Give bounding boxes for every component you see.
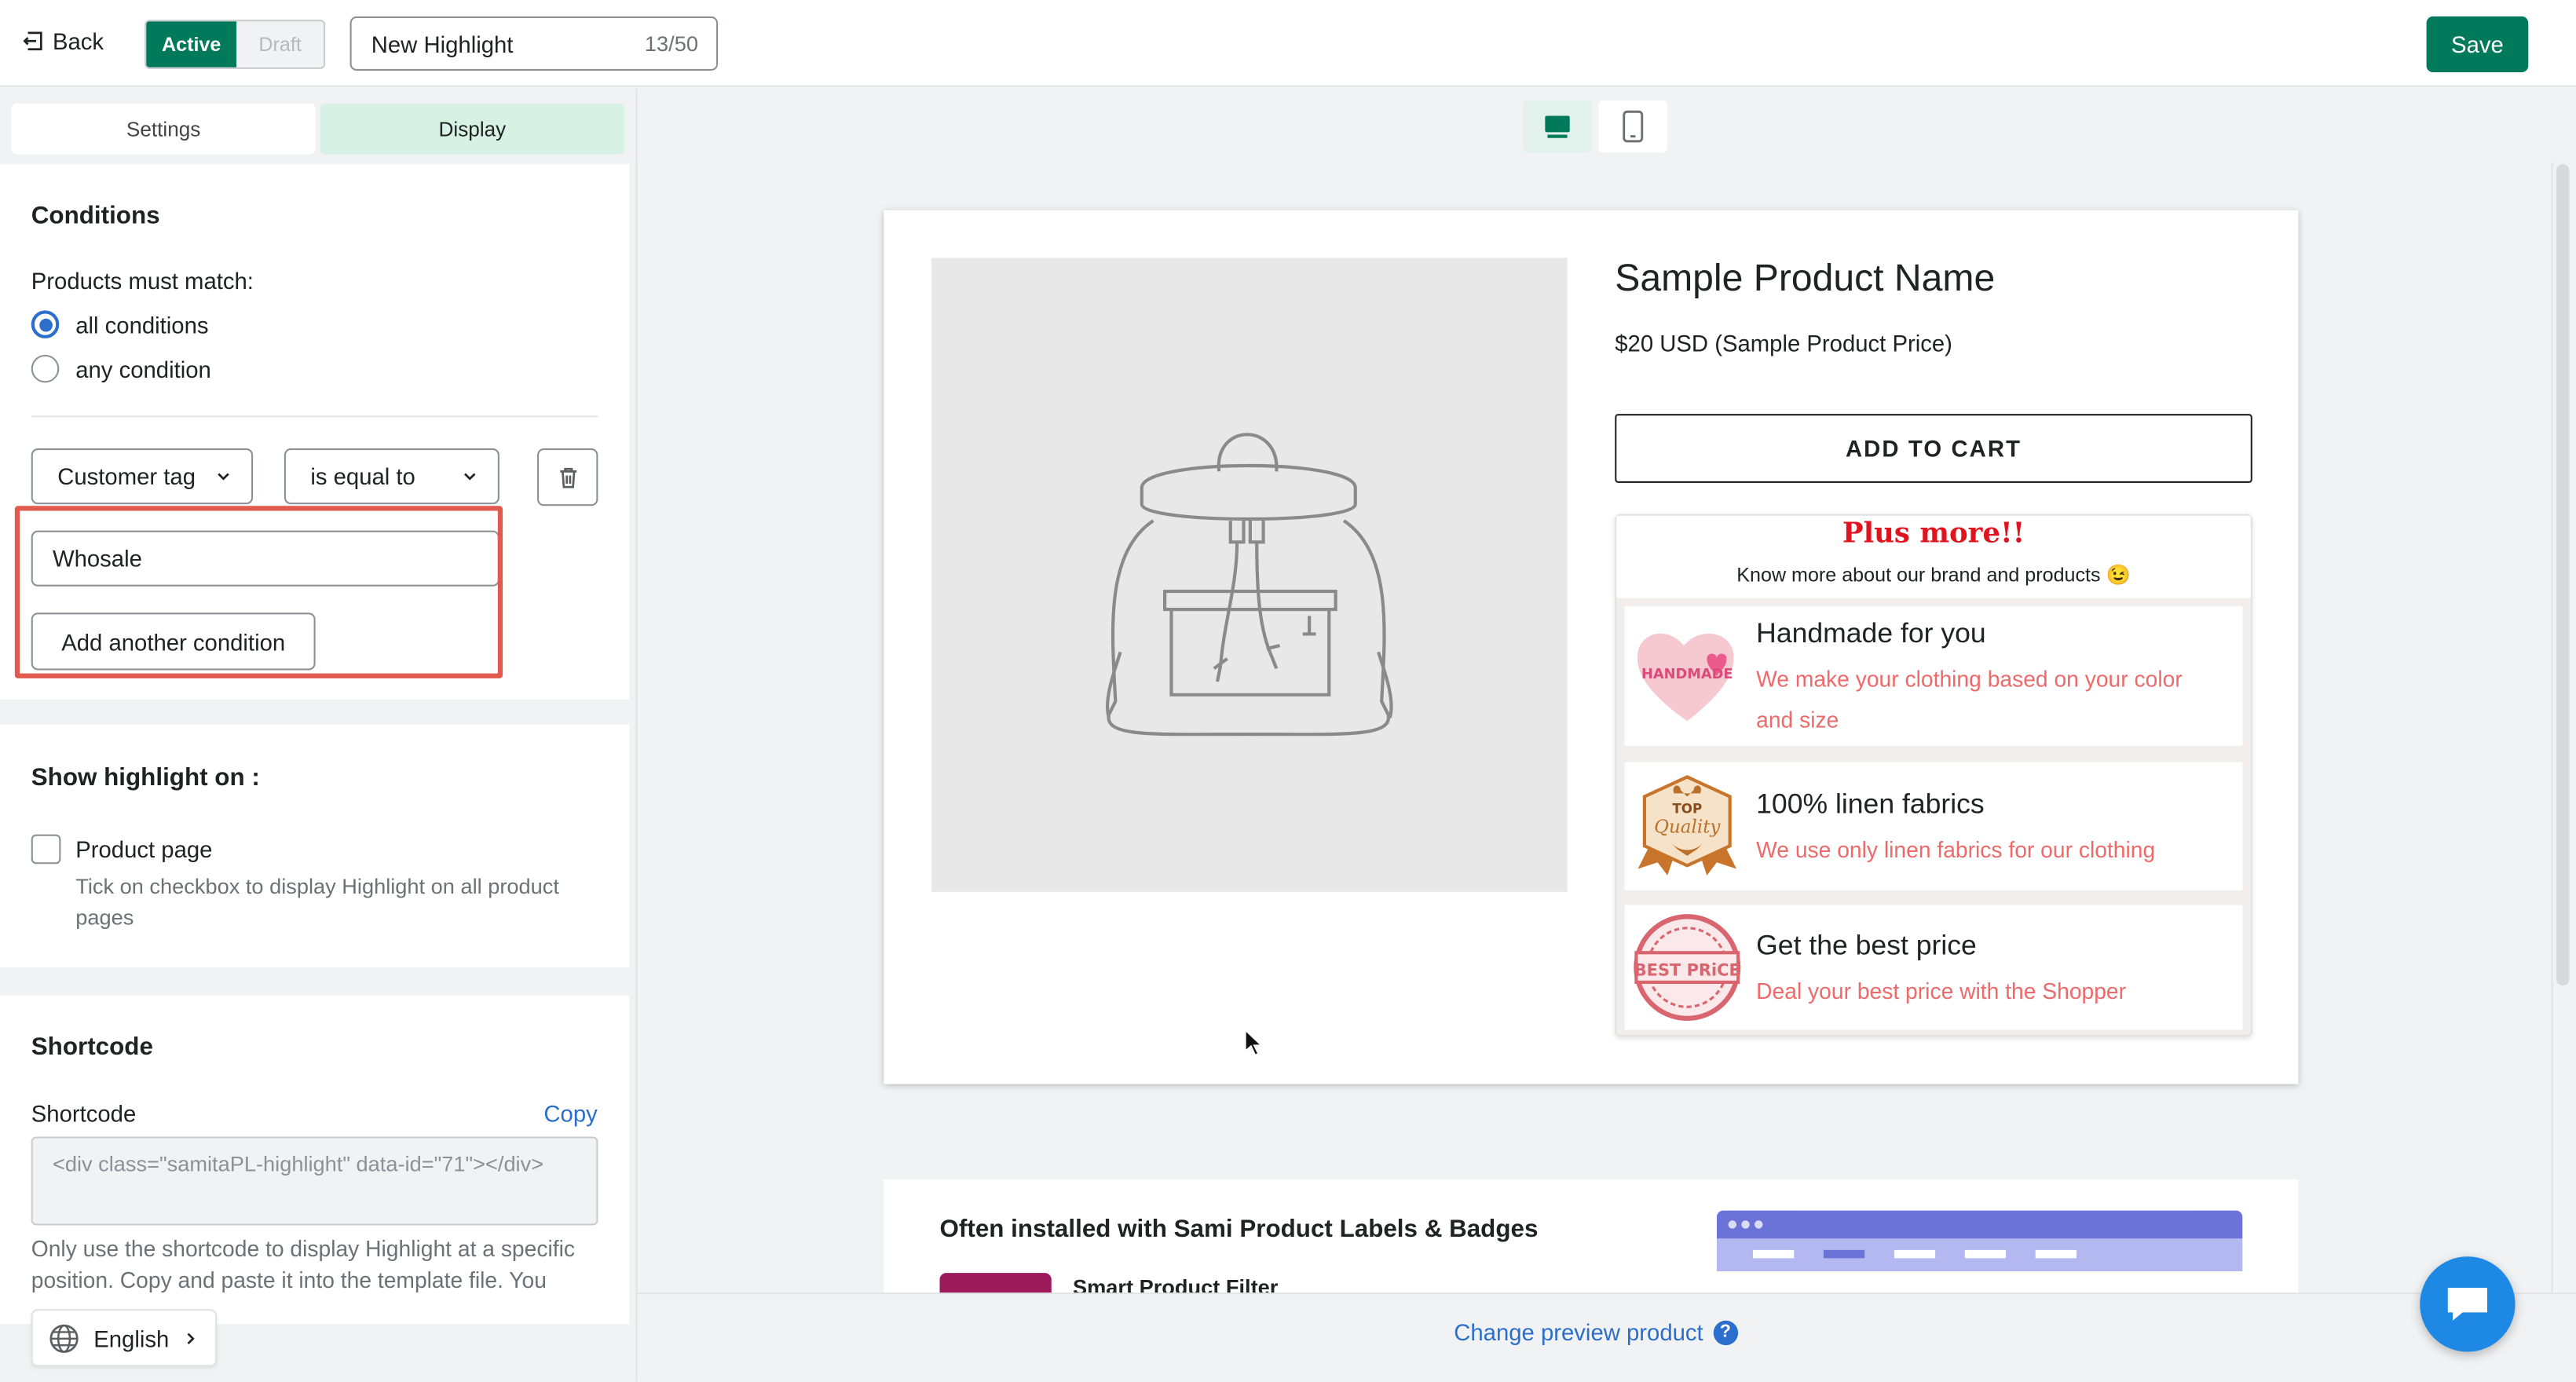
product-image	[931, 258, 1568, 892]
radio-any-indicator[interactable]	[31, 354, 60, 383]
backpack-icon	[1105, 433, 1393, 737]
chevron-down-icon	[464, 473, 476, 481]
panel-tabs: Settings Display	[11, 103, 624, 155]
highlight-item-title: 100% linen fabrics	[1756, 788, 1985, 820]
trash-icon	[559, 466, 576, 488]
radio-all-conditions[interactable]: all conditions	[31, 310, 209, 338]
condition-field-value: Customer tag	[57, 462, 196, 490]
condition-operator-value: is equal to	[310, 462, 415, 490]
language-label: English	[93, 1325, 170, 1351]
chevron-down-icon	[218, 473, 229, 481]
back-label: Back	[52, 27, 104, 55]
settings-panel: Settings Display Conditions Products mus…	[0, 88, 638, 1382]
svg-text:BEST PRiCE: BEST PRiCE	[1634, 961, 1740, 980]
radio-any-label: any condition	[75, 355, 211, 382]
condition-operator-select[interactable]: is equal to	[284, 448, 499, 505]
highlight-item: BEST PRiCE Get the best price Deal your …	[1624, 905, 2243, 1030]
tab-settings[interactable]: Settings	[11, 103, 316, 155]
chat-icon	[2447, 1287, 2487, 1321]
condition-field-select[interactable]: Customer tag	[31, 448, 254, 505]
product-name: Sample Product Name	[1615, 256, 1996, 299]
shortcode-code-box[interactable]: <div class="samitaPL-highlight" data-id=…	[31, 1136, 598, 1226]
svg-text:TOP: TOP	[1672, 800, 1702, 816]
highlight-title: Plus more!!	[1842, 517, 2025, 550]
status-toggle[interactable]: Active Draft	[145, 20, 326, 69]
divider	[31, 415, 598, 418]
radio-all-label: all conditions	[75, 311, 209, 338]
product-page-label: Product page	[75, 835, 213, 863]
highlight-item: TOP Quality 100% linen fabrics We use on…	[1624, 762, 2243, 890]
svg-text:Quality: Quality	[1654, 817, 1721, 838]
radio-any-condition[interactable]: any condition	[31, 354, 211, 383]
shortcode-help: Only use the shortcode to display Highli…	[31, 1237, 575, 1293]
product-page-help: Tick on checkbox to display Highlight on…	[75, 873, 559, 930]
show-highlight-card: Show highlight on : Product page Tick on…	[0, 724, 630, 968]
back-arrow-icon	[23, 31, 42, 51]
product-price: $20 USD (Sample Product Price)	[1615, 330, 1952, 356]
desktop-preview-button[interactable]	[1523, 100, 1592, 153]
highlight-widget: Plus more!! Know more about our brand an…	[1615, 514, 2252, 1036]
recommendation-title: Often installed with Sami Product Labels…	[939, 1215, 1539, 1244]
highlight-item-title: Handmade for you	[1756, 617, 1986, 649]
mobile-icon	[1623, 110, 1644, 143]
delete-condition-button[interactable]	[537, 448, 598, 506]
shortcode-heading: Shortcode	[31, 1033, 153, 1062]
radio-all-indicator[interactable]	[31, 310, 60, 338]
add-to-cart-button[interactable]: ADD TO CART	[1615, 414, 2252, 483]
device-toggle-bar	[637, 88, 2552, 163]
highlight-item-desc: We use only linen fabrics for our clothi…	[1756, 837, 2156, 863]
conditions-heading: Conditions	[31, 202, 160, 230]
highlight-item: HANDMADE Handmade for you We make your c…	[1624, 605, 2243, 746]
recommendation-screenshot	[1716, 1210, 2243, 1272]
highlight-header: Plus more!! Know more about our brand an…	[1616, 515, 2251, 598]
shortcode-card: Shortcode Shortcode Copy <div class="sam…	[0, 995, 630, 1324]
highlight-item-desc: Deal your best price with the Shopper	[1756, 978, 2127, 1004]
highlight-title-value: New Highlight	[371, 30, 514, 57]
chevron-right-icon	[187, 1332, 195, 1344]
back-button[interactable]: Back	[23, 28, 104, 54]
mouse-cursor-icon	[1244, 1028, 1264, 1057]
help-icon[interactable]: ?	[1713, 1319, 1738, 1345]
conditions-card: Conditions Products must match: all cond…	[0, 164, 630, 700]
handmade-heart-icon: HANDMADE	[1631, 620, 1743, 731]
shortcode-label: Shortcode	[31, 1100, 137, 1127]
mobile-preview-button[interactable]	[1598, 100, 1668, 153]
match-label: Products must match:	[31, 267, 254, 294]
desktop-icon	[1545, 115, 1570, 138]
tab-display[interactable]: Display	[320, 103, 624, 155]
top-quality-badge-icon: TOP Quality	[1631, 770, 1743, 882]
globe-icon	[49, 1323, 79, 1352]
save-button[interactable]: Save	[2426, 16, 2529, 73]
title-char-count: 13/50	[644, 31, 699, 57]
change-preview-label: Change preview product	[1454, 1318, 1703, 1346]
highlight-item-desc: We make your clothing based on your colo…	[1756, 667, 2183, 733]
add-condition-button[interactable]: Add another condition	[31, 612, 316, 671]
status-active-option[interactable]: Active	[146, 21, 237, 68]
status-draft-option[interactable]: Draft	[236, 21, 324, 68]
product-page-checkbox[interactable]	[31, 834, 61, 865]
highlight-item-title: Get the best price	[1756, 929, 1977, 961]
product-page-checkbox-row[interactable]: Product page	[31, 834, 213, 865]
language-selector[interactable]: English	[31, 1309, 218, 1367]
change-preview-link[interactable]: Change preview product ?	[1454, 1318, 1738, 1346]
show-highlight-heading: Show highlight on :	[31, 763, 260, 792]
highlight-subtitle: Know more about our brand and products 😉	[1736, 563, 2131, 587]
chat-button[interactable]	[2420, 1256, 2516, 1352]
copy-shortcode-link[interactable]: Copy	[543, 1101, 597, 1127]
preview-scroll-thumb[interactable]	[2556, 164, 2570, 986]
svg-text:HANDMADE: HANDMADE	[1641, 666, 1733, 682]
best-price-stamp-icon: BEST PRiCE	[1631, 912, 1743, 1023]
highlight-title-input[interactable]: New Highlight 13/50	[349, 16, 719, 71]
